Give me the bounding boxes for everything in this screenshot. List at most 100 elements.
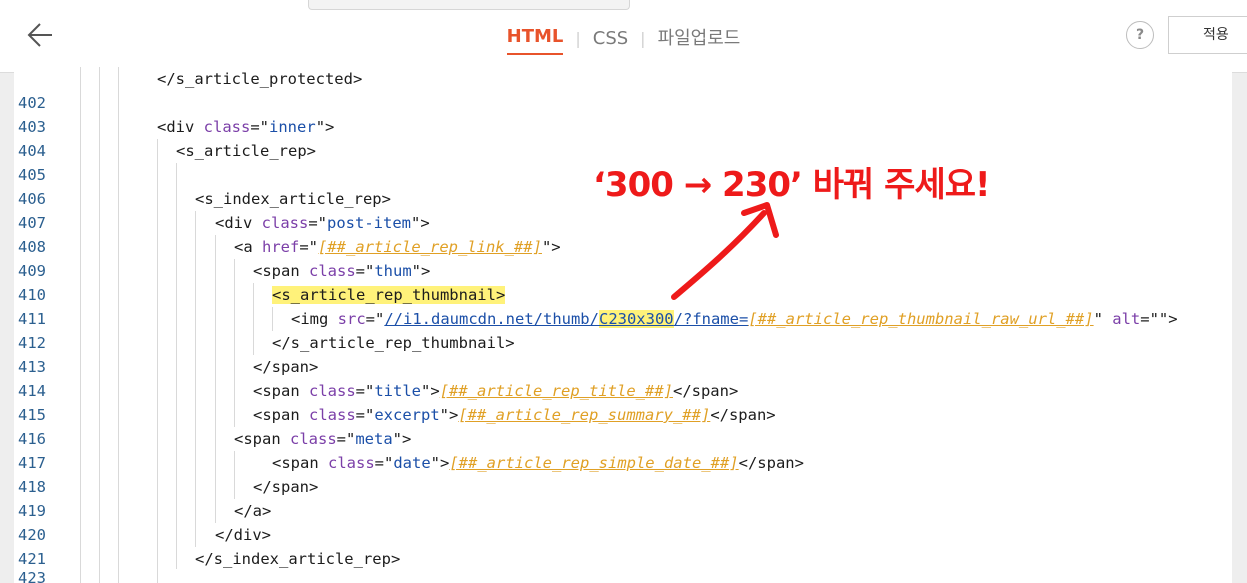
code-editor[interactable]: 402 </s_article_protected> 403 404 <div … — [14, 67, 1232, 569]
code-line: 410 <span class="thum"> — [14, 259, 1232, 304]
code-placeholder: [##_article_rep_title_##] — [439, 382, 673, 400]
code-line: 422 </s_index_article_rep> — [14, 547, 1232, 569]
code-line-partial: 423 — [14, 569, 1232, 583]
code-line: 412 <img src="//i1.daumcdn.net/thumb/C23… — [14, 307, 1232, 352]
code-value: thum — [374, 262, 412, 280]
code-punct: =" — [355, 382, 375, 400]
code-attr: alt — [1112, 310, 1141, 328]
code-tag: <div — [157, 118, 204, 136]
code-punct: "> — [430, 454, 450, 472]
code-punct: =""> — [1140, 310, 1178, 328]
code-punct: =" — [365, 310, 385, 328]
code-tag: </span> — [253, 358, 319, 376]
code-line: 413 </s_article_rep_thumbnail> — [14, 331, 1232, 376]
code-url: ?fname= — [682, 310, 749, 328]
code-attr: class — [328, 454, 375, 472]
code-line: 402 </s_article_protected> — [14, 67, 1232, 112]
code-url: //i1.daumcdn.net/thumb/ — [384, 310, 599, 328]
code-line: 403 — [14, 91, 1232, 136]
code-punct: =" — [374, 454, 394, 472]
code-punct: =" — [355, 262, 375, 280]
code-punct: =" — [336, 430, 356, 448]
code-tag: </span> — [738, 454, 804, 472]
code-url: / — [673, 310, 683, 328]
code-line: 409 <a href="[##_article_rep_link_##]"> — [14, 235, 1232, 280]
code-tag: <span — [253, 262, 309, 280]
code-punct: "> — [541, 238, 561, 256]
code-tag: </s_article_rep_thumbnail> — [272, 334, 515, 352]
code-punct: =" — [308, 214, 328, 232]
highlighted-size-value: C230x300 — [598, 310, 674, 328]
code-attr: class — [309, 382, 356, 400]
code-attr: class — [203, 118, 251, 136]
code-line: 415 <span class="title">[##_article_rep_… — [14, 379, 1232, 424]
annotation-text: ‘300 → 230’ 바꿔 주세요! — [593, 165, 991, 205]
code-attr: href — [262, 238, 300, 256]
code-tag: </span> — [253, 478, 319, 496]
code-tag: </a> — [234, 502, 272, 520]
code-attr: class — [309, 262, 356, 280]
code-value: date — [393, 454, 431, 472]
code-value: inner — [269, 118, 316, 136]
code-value: post-item — [327, 214, 412, 232]
code-tag: <a — [234, 238, 262, 256]
code-value: excerpt — [374, 406, 440, 424]
code-tag: <span — [272, 454, 328, 472]
code-line: 419 </span> — [14, 475, 1232, 520]
code-tag: </span> — [710, 406, 776, 424]
code-tag: </s_index_article_rep> — [195, 550, 401, 568]
code-attr: src — [337, 310, 366, 328]
code-placeholder: [##_article_rep_thumbnail_raw_url_##] — [748, 310, 1094, 328]
code-value: meta — [355, 430, 393, 448]
tab-divider: | — [640, 28, 646, 48]
code-punct: "> — [392, 430, 412, 448]
code-tag: <span — [253, 406, 309, 424]
editor-tabs: HTML | CSS | 파일업로드 — [0, 22, 1247, 55]
code-punct: =" — [250, 118, 270, 136]
highlighted-thumbnail-tag: <s_article_rep_thumbnail> — [272, 286, 506, 304]
code-line: 420 </a> — [14, 499, 1232, 544]
code-punct: =" — [355, 406, 375, 424]
line-number: 423 — [18, 569, 46, 583]
code-tag: </div> — [215, 526, 271, 544]
code-punct: " — [1093, 310, 1113, 328]
popup-edge — [308, 0, 630, 10]
code-line: 408 <div class="post-item"> — [14, 211, 1232, 256]
code-tag: </span> — [672, 382, 739, 400]
code-placeholder: [##_article_rep_summary_##] — [458, 406, 711, 424]
code-attr: class — [261, 214, 309, 232]
code-line: 421 </div> — [14, 523, 1232, 568]
code-line: 418 <span class="date">[##_article_rep_s… — [14, 451, 1232, 496]
code-tag: <div — [215, 214, 262, 232]
code-tag: <s_index_article_rep> — [195, 190, 391, 208]
annotation-arrow-icon — [671, 202, 779, 300]
tab-divider: | — [575, 28, 581, 48]
code-punct: "> — [315, 118, 335, 136]
code-punct: "> — [411, 214, 430, 232]
code-placeholder: [##_article_rep_simple_date_##] — [449, 454, 739, 472]
code-tag: <span — [253, 382, 309, 400]
code-tag: </s_article_protected> — [157, 70, 363, 88]
code-line: 416 <span class="excerpt">[##_article_re… — [14, 403, 1232, 448]
code-tag: <s_article_rep> — [176, 142, 316, 160]
code-value: title — [374, 382, 422, 400]
code-line: 414 </span> — [14, 355, 1232, 400]
tab-html[interactable]: HTML — [506, 22, 564, 55]
editor-toolbar: HTML | CSS | 파일업로드 ? 적용 — [0, 0, 1247, 73]
code-line: 417 <span class="meta"> — [14, 427, 1232, 472]
help-button[interactable]: ? — [1126, 21, 1154, 49]
code-punct: "> — [421, 382, 440, 400]
code-line: 411 <s_article_rep_thumbnail> — [14, 283, 1232, 328]
code-placeholder: [##_article_rep_link_##] — [318, 238, 542, 256]
code-punct: "> — [411, 262, 431, 280]
code-tag: <img — [291, 310, 338, 328]
code-attr: class — [309, 406, 356, 424]
code-tag: <span — [234, 430, 290, 448]
code-punct: =" — [299, 238, 318, 256]
code-line: 404 <div class="inner"> — [14, 115, 1232, 160]
tab-file-upload[interactable]: 파일업로드 — [658, 24, 741, 54]
apply-button[interactable]: 적용 — [1168, 16, 1247, 54]
code-punct: "> — [439, 406, 459, 424]
code-attr: class — [290, 430, 337, 448]
tab-css[interactable]: CSS — [593, 24, 628, 54]
